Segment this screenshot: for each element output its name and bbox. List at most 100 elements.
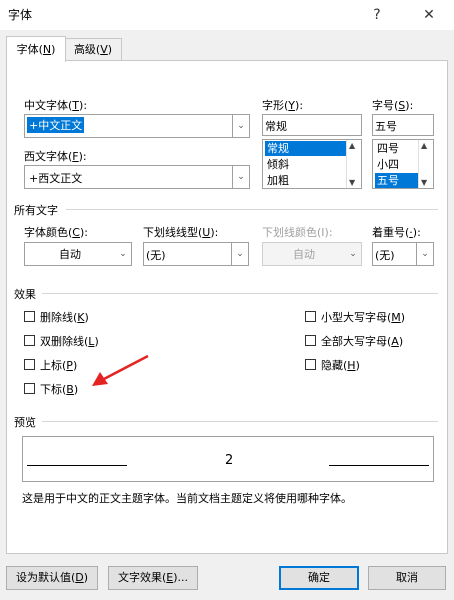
font-style-value[interactable]: 常规	[265, 118, 287, 134]
chevron-down-icon[interactable]: ⌄	[416, 243, 433, 265]
cancel-button[interactable]: 取消	[368, 566, 446, 590]
font-size-tail: ):	[405, 99, 414, 112]
underline-style-dropdown[interactable]: (无) ⌄	[143, 242, 249, 266]
divider	[66, 209, 438, 210]
divider	[42, 421, 438, 422]
checkbox-box[interactable]	[24, 383, 35, 394]
tab-font-key: N	[42, 43, 52, 56]
divider	[42, 293, 438, 294]
tab-advanced-label: 高级(	[73, 43, 101, 56]
scrollbar[interactable]: ▲ ▼	[418, 140, 433, 188]
emphasis-mark-dropdown[interactable]: (无) ⌄	[372, 242, 434, 266]
scroll-down-icon[interactable]: ▼	[349, 178, 355, 187]
underline-color-value: 自动	[293, 248, 315, 261]
checkbox-box[interactable]	[24, 311, 35, 322]
font-style-tail: ):	[295, 99, 304, 112]
underline-style-value: (无)	[146, 249, 166, 262]
font-color-value: 自动	[59, 248, 81, 261]
cn-font-label: 中文字体(T):	[24, 97, 87, 113]
scroll-up-icon[interactable]: ▲	[421, 141, 427, 150]
red-arrow-icon	[92, 354, 149, 386]
tab-font[interactable]: 字体(N)	[6, 36, 66, 62]
all-text-heading: 所有文字	[14, 204, 58, 217]
cn-font-combo[interactable]: +中文正文 ⌄	[24, 114, 250, 138]
preview-sample-text: 2	[225, 453, 234, 468]
subscript-label: 下标(B)	[40, 383, 79, 396]
tab-font-tail: )	[51, 43, 56, 56]
font-color-label-text: 字体颜色(	[24, 226, 73, 239]
all-caps-label: 全部大写字母(A)	[321, 335, 404, 348]
scroll-down-icon[interactable]: ▼	[421, 178, 427, 187]
emphasis-mark-value: (无)	[375, 249, 395, 262]
tab-advanced[interactable]: 高级(V)	[64, 38, 122, 61]
list-item[interactable]: 四号	[375, 141, 401, 156]
list-item[interactable]: 加粗	[265, 173, 291, 188]
font-style-label: 字形(Y):	[262, 97, 303, 113]
small-caps-label: 小型大写字母(M)	[321, 311, 406, 324]
checkbox-box[interactable]	[305, 311, 316, 322]
west-font-value[interactable]: +西文正文	[27, 170, 84, 186]
cn-font-label-text: 中文字体(	[24, 99, 73, 112]
font-color-tail: ):	[79, 226, 88, 239]
help-button[interactable]: ?	[362, 0, 392, 30]
preview-heading: 预览	[14, 416, 36, 429]
font-size-input[interactable]: 五号	[372, 114, 434, 136]
emphasis-mark-label: 着重号(·):	[372, 224, 421, 240]
list-item[interactable]: 常规	[265, 141, 347, 156]
font-size-label-text: 字号(	[372, 99, 399, 112]
close-button[interactable]: ✕	[414, 0, 444, 30]
font-size-list[interactable]: 四号 小四 五号 ▲ ▼	[372, 139, 434, 189]
set-default-button[interactable]: 设为默认值(D)	[6, 566, 98, 590]
scrollbar[interactable]: ▲ ▼	[346, 140, 361, 188]
tab-font-label: 字体(	[16, 43, 43, 56]
font-color-dropdown[interactable]: 自动 ⌄	[24, 242, 132, 266]
underline-style-label: 下划线线型(U):	[143, 224, 218, 240]
font-style-input[interactable]: 常规	[262, 114, 362, 136]
font-size-value[interactable]: 五号	[375, 118, 397, 134]
emphasis-mark-label-text: 着重号(	[372, 226, 410, 239]
chevron-down-icon: ⌄	[349, 249, 357, 259]
checkbox-box[interactable]	[305, 335, 316, 346]
checkbox-box[interactable]	[24, 335, 35, 346]
strikethrough-label: 删除线(K)	[40, 311, 89, 324]
font-color-key: C	[72, 226, 80, 239]
text-effects-button[interactable]: 文字效果(E)...	[108, 566, 198, 590]
font-style-label-text: 字形(	[262, 99, 289, 112]
underline-style-tail: ):	[210, 226, 219, 239]
list-item[interactable]: 五号	[375, 173, 419, 188]
list-item[interactable]: 小四	[375, 157, 401, 172]
west-font-tail: ):	[78, 150, 87, 163]
chevron-down-icon[interactable]: ⌄	[232, 115, 249, 137]
chevron-down-icon[interactable]: ⌄	[232, 166, 249, 188]
font-color-label: 字体颜色(C):	[24, 224, 88, 240]
underline-color-dropdown: 自动 ⌄	[262, 242, 362, 266]
checkbox-box[interactable]	[24, 359, 35, 370]
emphasis-mark-tail: ):	[412, 226, 421, 239]
font-style-list[interactable]: 常规 倾斜 加粗 ▲ ▼	[262, 139, 362, 189]
chevron-down-icon[interactable]: ⌄	[115, 243, 131, 265]
underline-color-label: 下划线颜色(I):	[262, 226, 333, 239]
preview-box: 2	[22, 436, 434, 482]
ok-button[interactable]: 确定	[279, 566, 359, 590]
hidden-label: 隐藏(H)	[321, 359, 360, 372]
west-font-label: 西文字体(F):	[24, 148, 87, 164]
underline-style-label-text: 下划线线型(	[143, 226, 203, 239]
list-item[interactable]: 倾斜	[265, 157, 291, 172]
tab-advanced-key: V	[100, 43, 108, 56]
font-size-label: 字号(S):	[372, 97, 413, 113]
window-title: 字体	[8, 8, 33, 22]
preview-baseline-right	[329, 465, 429, 466]
preview-baseline-left	[27, 465, 127, 466]
preview-note: 这是用于中文的正文主题字体。当前文档主题定义将使用哪种字体。	[22, 492, 352, 505]
tab-advanced-tail: )	[107, 43, 113, 56]
cn-font-tail: ):	[79, 99, 88, 112]
west-font-combo[interactable]: +西文正文 ⌄	[24, 165, 250, 189]
cn-font-value[interactable]: +中文正文	[27, 117, 85, 133]
double-strikethrough-label: 双删除线(L)	[40, 335, 99, 348]
checkbox-box[interactable]	[305, 359, 316, 370]
superscript-label: 上标(P)	[40, 359, 78, 372]
chevron-down-icon[interactable]: ⌄	[231, 243, 248, 265]
effects-heading: 效果	[14, 288, 36, 301]
scroll-up-icon[interactable]: ▲	[349, 141, 355, 150]
west-font-label-text: 西文字体(	[24, 150, 73, 163]
